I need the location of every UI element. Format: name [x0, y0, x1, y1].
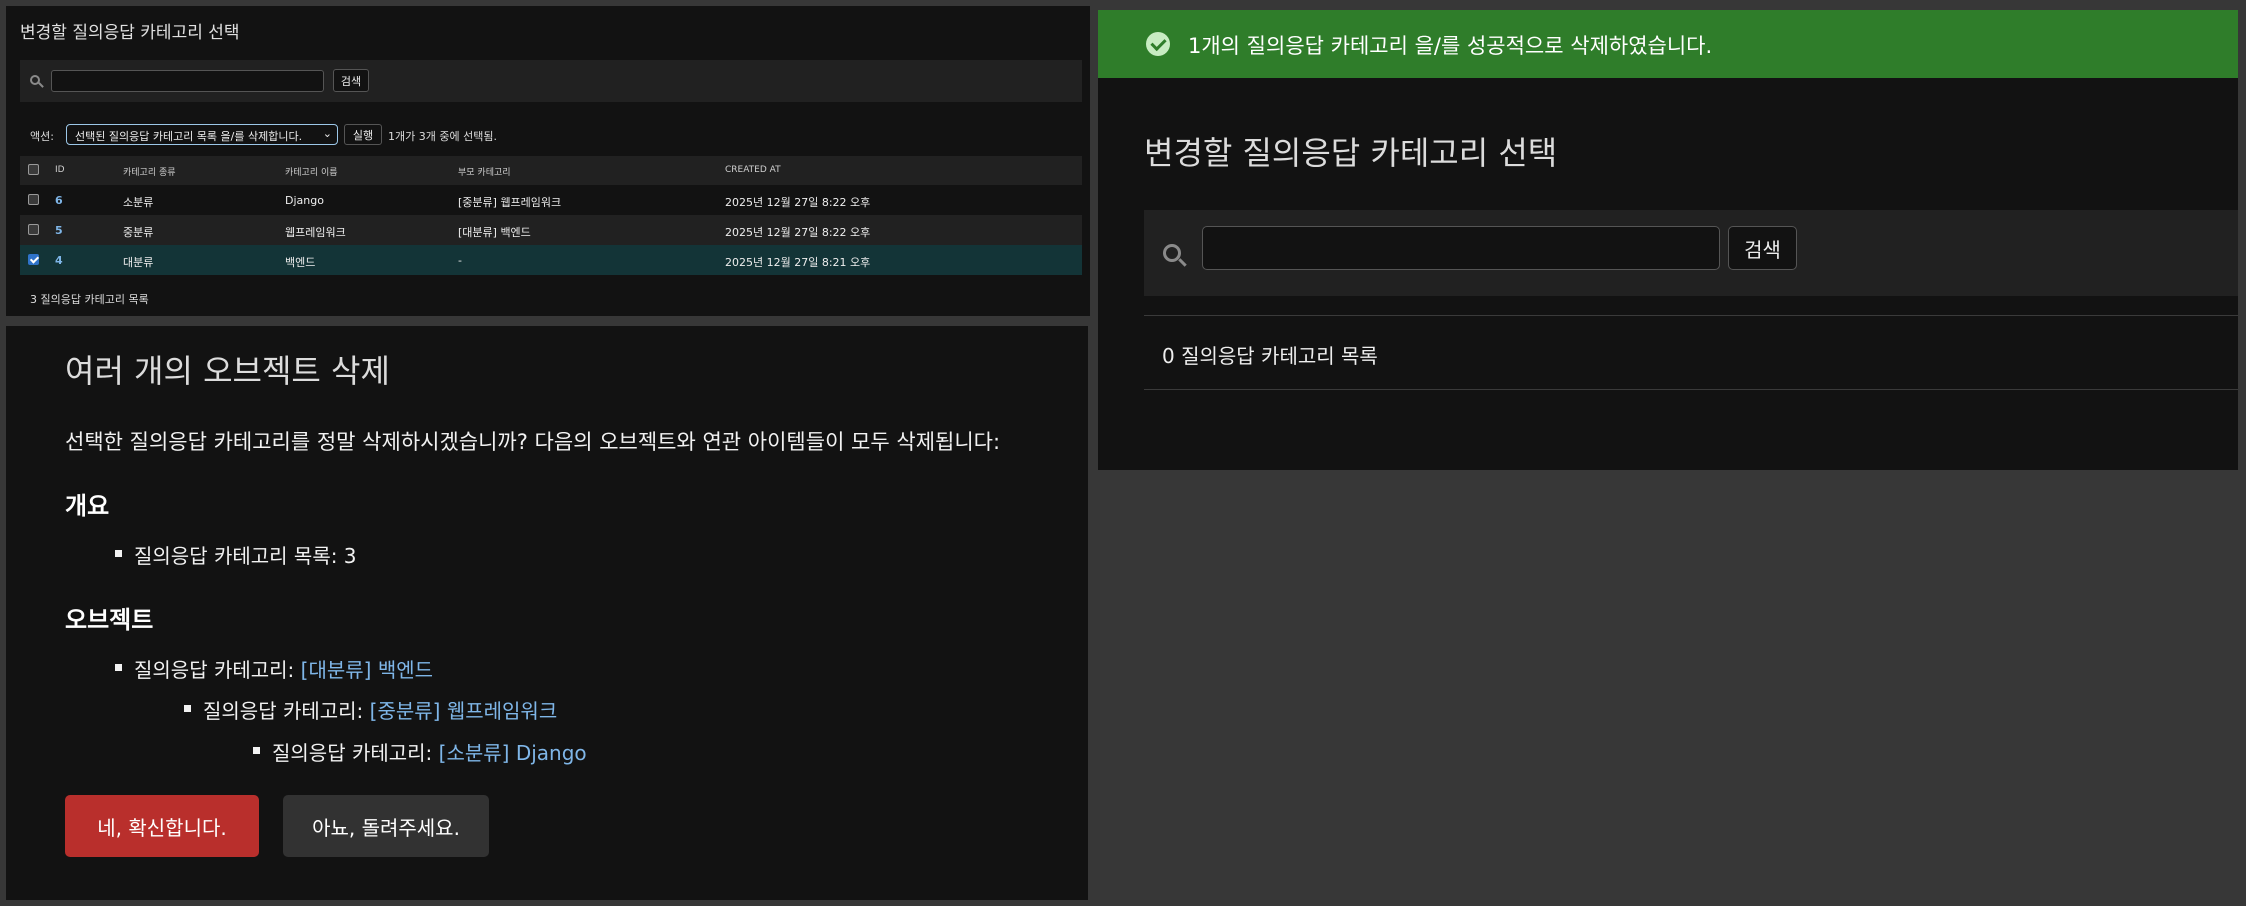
success-message: 1개의 질의응답 카테고리 을/를 성공적으로 삭제하였습니다. — [1098, 10, 2238, 78]
table-row: 5 중분류 웹프레임워크 [대분류] 백엔드 2025년 12월 27일 8:2… — [20, 215, 1082, 245]
table-header: ID 카테고리 종류 카테고리 이름 부모 카테고리 CREATED AT — [20, 156, 1082, 185]
object-link[interactable]: [대분류] 백엔드 — [301, 658, 433, 682]
confirmation-question: 선택한 질의응답 카테고리를 정말 삭제하시겠습니까? 다음의 오브젝트와 연관… — [65, 430, 1001, 454]
object-item: 질의응답 카테고리: [대분류] 백엔드 — [114, 654, 433, 683]
page-title: 변경할 질의응답 카테고리 선택 — [1144, 134, 1558, 172]
table-row-selected: 4 대분류 백엔드 - 2025년 12월 27일 8:21 오후 — [20, 245, 1082, 275]
row-name: Django — [285, 194, 324, 207]
row-created: 2025년 12월 27일 8:22 오후 — [725, 226, 871, 239]
run-action-button[interactable]: 실행 — [344, 124, 382, 145]
row-parent: [중분류] 웹프레임워크 — [458, 196, 562, 209]
row-id-link[interactable]: 5 — [55, 224, 63, 237]
row-checkbox[interactable] — [28, 194, 39, 205]
object-item: 질의응답 카테고리: [중분류] 웹프레임워크 — [183, 695, 558, 724]
row-type: 소분류 — [123, 196, 154, 209]
row-checkbox[interactable] — [28, 224, 39, 235]
row-id-link[interactable]: 4 — [55, 254, 63, 267]
search-toolbar: 검색 — [20, 60, 1082, 102]
row-type: 대분류 — [123, 256, 154, 269]
row-created: 2025년 12월 27일 8:22 오후 — [725, 196, 871, 209]
result-count: 0 질의응답 카테고리 목록 — [1162, 344, 1378, 368]
search-icon — [30, 75, 40, 85]
object-link[interactable]: [중분류] 웹프레임워크 — [370, 699, 558, 723]
page-title: 여러 개의 오브젝트 삭제 — [65, 352, 390, 390]
delete-confirmation-panel: 여러 개의 오브젝트 삭제 선택한 질의응답 카테고리를 정말 삭제하시겠습니까… — [6, 326, 1088, 900]
cancel-button[interactable]: 아뇨, 돌려주세요. — [283, 795, 489, 857]
result-panel: 1개의 질의응답 카테고리 을/를 성공적으로 삭제하였습니다. 변경할 질의응… — [1098, 10, 2238, 470]
column-header-type[interactable]: 카테고리 종류 — [123, 165, 176, 178]
search-button[interactable]: 검색 — [1728, 226, 1797, 270]
chevron-down-icon: ⌄ — [322, 127, 332, 140]
search-button[interactable]: 검색 — [333, 69, 369, 92]
summary-item: 질의응답 카테고리 목록: 3 — [115, 540, 357, 569]
search-icon — [1163, 244, 1181, 262]
column-header-id[interactable]: ID — [55, 165, 65, 175]
column-header-created[interactable]: CREATED AT — [725, 165, 781, 175]
row-created: 2025년 12월 27일 8:21 오후 — [725, 256, 871, 269]
selection-counter: 1개가 3개 중에 선택됨. — [388, 130, 497, 143]
action-select[interactable]: 선택된 질의응답 카테고리 목록 을/를 삭제합니다. ⌄ — [66, 124, 338, 145]
object-item: 질의응답 카테고리: [소분류] Django — [253, 737, 587, 766]
row-name: 웹프레임워크 — [285, 226, 346, 239]
select-all-checkbox[interactable] — [28, 164, 39, 175]
search-toolbar: 검색 — [1144, 210, 2238, 296]
row-parent: [대분류] 백엔드 — [458, 226, 531, 239]
divider — [1144, 315, 2238, 316]
row-checkbox[interactable] — [28, 254, 39, 265]
summary-heading: 개요 — [65, 492, 110, 520]
row-name: 백엔드 — [285, 256, 316, 269]
objects-heading: 오브젝트 — [65, 606, 154, 634]
row-type: 중분류 — [123, 226, 154, 239]
page-title: 변경할 질의응답 카테고리 선택 — [20, 23, 240, 43]
success-message-text: 1개의 질의응답 카테고리 을/를 성공적으로 삭제하였습니다. — [1188, 34, 1713, 58]
object-link[interactable]: [소분류] Django — [439, 741, 587, 765]
object-prefix: 질의응답 카테고리: — [272, 741, 433, 765]
search-input[interactable] — [1202, 226, 1720, 270]
row-id-link[interactable]: 6 — [55, 194, 63, 207]
check-circle-icon — [1146, 32, 1170, 56]
search-input[interactable] — [51, 70, 324, 92]
divider — [1144, 389, 2238, 390]
action-select-value: 선택된 질의응답 카테고리 목록 을/를 삭제합니다. — [75, 130, 303, 143]
confirm-delete-button[interactable]: 네, 확신합니다. — [65, 795, 259, 857]
object-prefix: 질의응답 카테고리: — [203, 699, 364, 723]
object-prefix: 질의응답 카테고리: — [134, 658, 295, 682]
column-header-name[interactable]: 카테고리 이름 — [285, 165, 338, 178]
result-count: 3 질의응답 카테고리 목록 — [30, 293, 149, 306]
column-header-parent[interactable]: 부모 카테고리 — [458, 165, 511, 178]
action-label: 액션: — [30, 130, 54, 143]
changelist-panel: 변경할 질의응답 카테고리 선택 검색 액션: 선택된 질의응답 카테고리 목록… — [6, 6, 1090, 316]
row-parent: - — [458, 254, 462, 267]
table-row: 6 소분류 Django [중분류] 웹프레임워크 2025년 12월 27일 … — [20, 185, 1082, 215]
